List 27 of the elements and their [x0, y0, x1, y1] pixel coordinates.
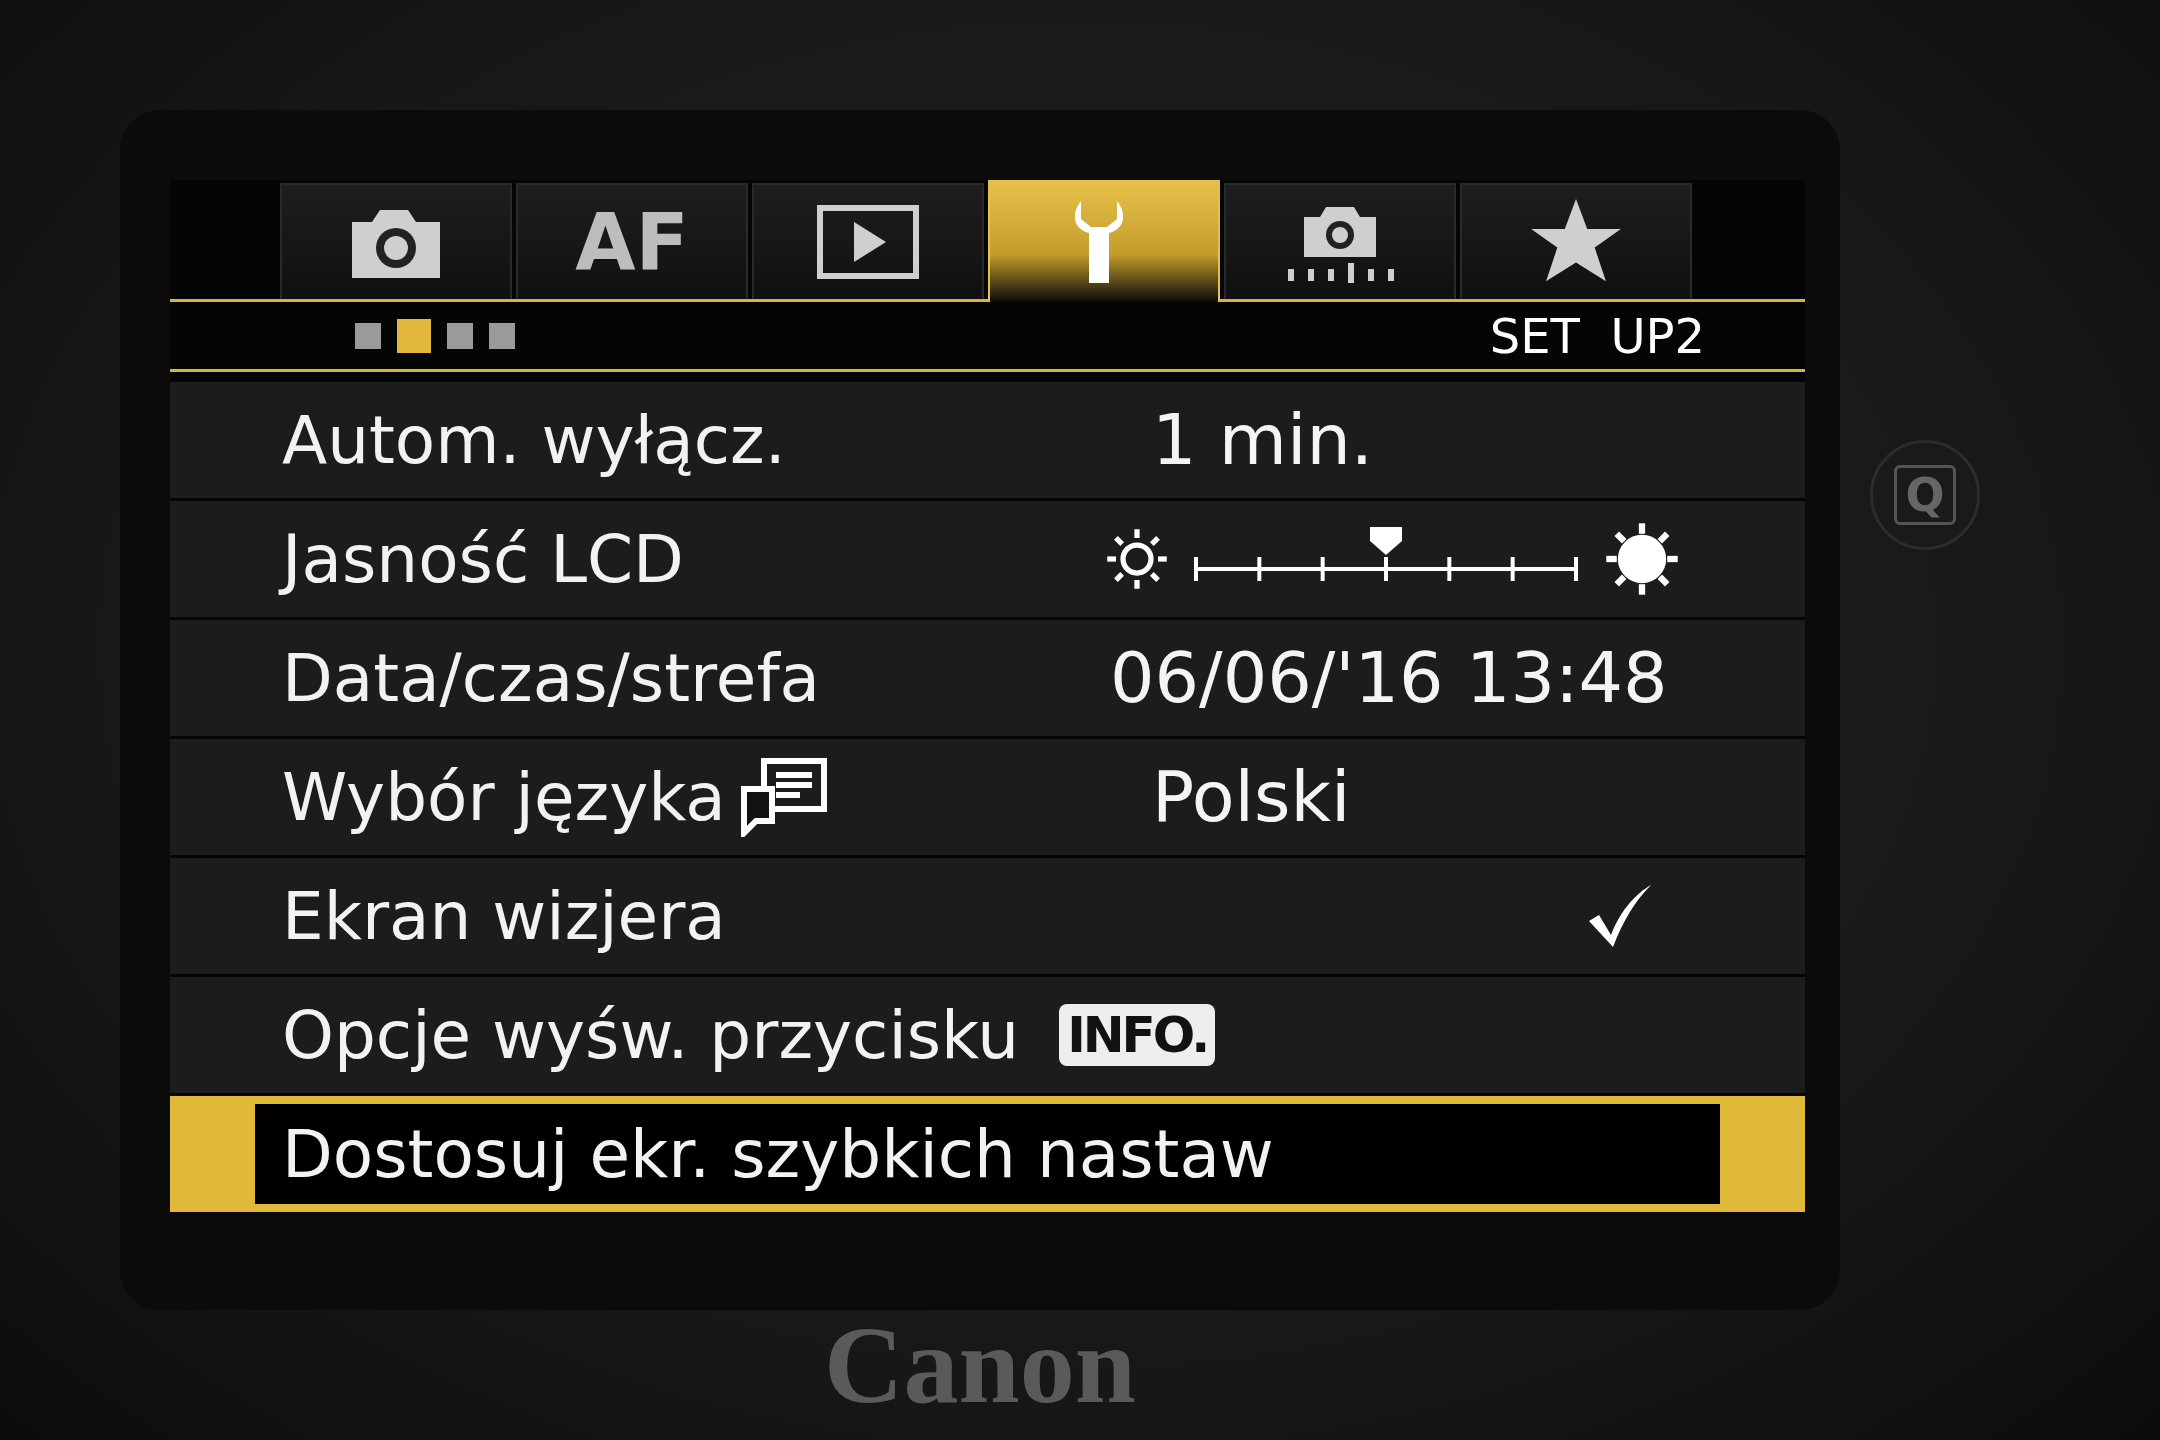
- play-icon: [816, 204, 920, 280]
- menu-row[interactable]: Jasność LCD: [170, 501, 1805, 617]
- menu-item-label: Wybór języka: [282, 758, 726, 836]
- menu-row[interactable]: Data/czas/strefa 06/06/'16 13:48: [170, 620, 1805, 736]
- menu-item-label: Data/czas/strefa: [282, 639, 821, 717]
- menu-row[interactable]: Opcje wyśw. przycisku INFO.: [170, 977, 1805, 1093]
- menu-row[interactable]: Wybór języka Polski: [170, 739, 1805, 855]
- brand-logo: Canon: [824, 1310, 1136, 1428]
- menu-tab[interactable]: [1224, 183, 1456, 299]
- menu-item-label: Ekran wizjera: [282, 877, 726, 955]
- menu-title: SET UP2: [1489, 307, 1705, 364]
- info-badge: INFO.: [1059, 1004, 1216, 1066]
- setting-value: Polski: [1152, 756, 1351, 838]
- menu-item-label: Autom. wyłącz.: [282, 401, 786, 479]
- setting-value: 1 min.: [1152, 399, 1374, 481]
- slider-marker[interactable]: [1370, 527, 1402, 555]
- quick-label: Q: [1894, 465, 1956, 525]
- menu-tab[interactable]: [752, 183, 984, 299]
- menu-item-label: Dostosuj ekr. szybkich nastaw: [282, 1115, 1274, 1193]
- menu-tab[interactable]: [1460, 183, 1692, 299]
- menu-item-label: Opcje wyśw. przycisku: [282, 996, 1020, 1074]
- menu-row[interactable]: Dostosuj ekr. szybkich nastaw: [170, 1096, 1805, 1212]
- menu-tab[interactable]: AF: [516, 183, 748, 299]
- menu-row[interactable]: Autom. wyłącz. 1 min.: [170, 382, 1805, 498]
- menu-tab[interactable]: [280, 183, 512, 299]
- setting-value: 06/06/'16 13:48: [1110, 637, 1668, 719]
- menu-row[interactable]: Ekran wizjera: [170, 858, 1805, 974]
